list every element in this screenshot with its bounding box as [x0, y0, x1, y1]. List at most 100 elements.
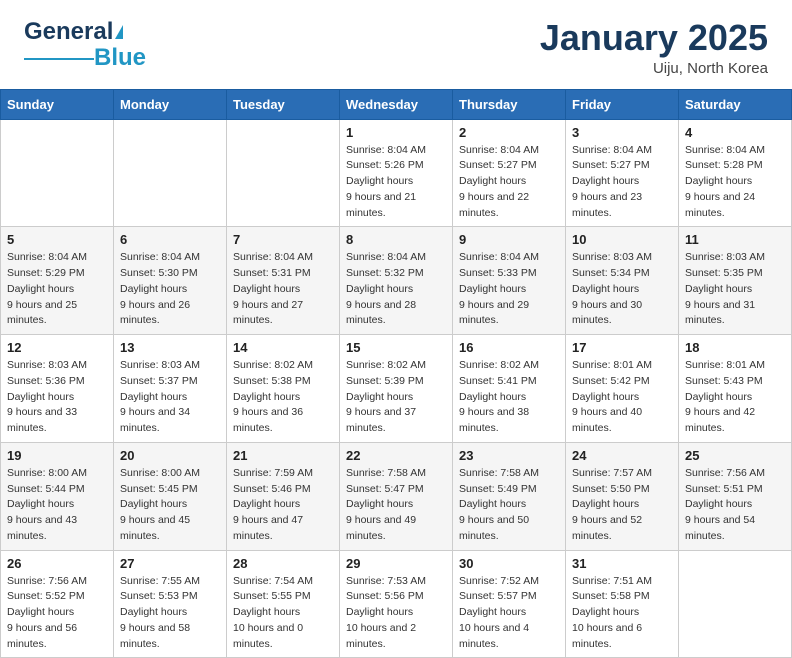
table-cell: 5 Sunrise: 8:04 AMSunset: 5:29 PMDaylight… — [1, 227, 114, 335]
day-detail: Sunrise: 8:02 AMSunset: 5:38 PMDaylight … — [233, 358, 333, 437]
table-cell: 25 Sunrise: 7:56 AMSunset: 5:51 PMDayligh… — [679, 442, 792, 550]
week-row-5: 26 Sunrise: 7:56 AMSunset: 5:52 PMDayligh… — [1, 550, 792, 658]
table-cell: 6Sunrise: 8:04 AMSunset: 5:30 PMDaylight… — [114, 227, 227, 335]
day-detail: Sunrise: 8:03 AMSunset: 5:36 PMDaylight … — [7, 358, 107, 437]
day-detail: Sunrise: 8:04 AMSunset: 5:27 PMDaylight … — [459, 143, 559, 222]
table-cell: 10Sunrise: 8:03 AMSunset: 5:34 PMDayligh… — [566, 227, 679, 335]
table-cell: 3 Sunrise: 8:04 AMSunset: 5:27 PMDaylight… — [566, 119, 679, 227]
day-number: 23 — [459, 448, 559, 463]
day-detail: Sunrise: 7:55 AMSunset: 5:53 PMDaylight … — [120, 574, 220, 653]
table-cell: 23 Sunrise: 7:58 AMSunset: 5:49 PMDayligh… — [453, 442, 566, 550]
logo-triangle-icon — [115, 25, 123, 39]
table-cell: 21 Sunrise: 7:59 AMSunset: 5:46 PMDayligh… — [227, 442, 340, 550]
day-detail: Sunrise: 8:04 AMSunset: 5:31 PMDaylight … — [233, 250, 333, 329]
day-number: 25 — [685, 448, 785, 463]
day-detail: Sunrise: 7:59 AMSunset: 5:46 PMDaylight … — [233, 466, 333, 545]
table-cell: 4Sunrise: 8:04 AMSunset: 5:28 PMDaylight… — [679, 119, 792, 227]
day-number: 13 — [120, 340, 220, 355]
day-number: 22 — [346, 448, 446, 463]
day-detail: Sunrise: 8:04 AMSunset: 5:27 PMDaylight … — [572, 143, 672, 222]
day-detail: Sunrise: 8:03 AMSunset: 5:35 PMDaylight … — [685, 250, 785, 329]
table-cell — [1, 119, 114, 227]
logo: General Blue — [24, 18, 146, 72]
day-detail: Sunrise: 8:04 AMSunset: 5:33 PMDaylight … — [459, 250, 559, 329]
day-number: 3 — [572, 125, 672, 140]
day-detail: Sunrise: 8:03 AMSunset: 5:37 PMDaylight … — [120, 358, 220, 437]
week-row-1: 1 Sunrise: 8:04 AMSunset: 5:26 PMDaylight… — [1, 119, 792, 227]
table-cell: 28 Sunrise: 7:54 AMSunset: 5:55 PMDayligh… — [227, 550, 340, 658]
col-tuesday: Tuesday — [227, 89, 340, 119]
day-number: 29 — [346, 556, 446, 571]
day-detail: Sunrise: 7:57 AMSunset: 5:50 PMDaylight … — [572, 466, 672, 545]
header-row: Sunday Monday Tuesday Wednesday Thursday… — [1, 89, 792, 119]
day-detail: Sunrise: 8:00 AMSunset: 5:45 PMDaylight … — [120, 466, 220, 545]
day-number: 20 — [120, 448, 220, 463]
table-cell: 19 Sunrise: 8:00 AMSunset: 5:44 PMDayligh… — [1, 442, 114, 550]
day-number: 14 — [233, 340, 333, 355]
day-number: 24 — [572, 448, 672, 463]
col-monday: Monday — [114, 89, 227, 119]
table-cell: 17Sunrise: 8:01 AMSunset: 5:42 PMDayligh… — [566, 335, 679, 443]
col-sunday: Sunday — [1, 89, 114, 119]
day-detail: Sunrise: 7:58 AMSunset: 5:49 PMDaylight … — [459, 466, 559, 545]
day-number: 27 — [120, 556, 220, 571]
table-cell: 31Sunrise: 7:51 AMSunset: 5:58 PMDayligh… — [566, 550, 679, 658]
day-number: 5 — [7, 232, 107, 247]
table-cell: 27 Sunrise: 7:55 AMSunset: 5:53 PMDayligh… — [114, 550, 227, 658]
table-cell: 29 Sunrise: 7:53 AMSunset: 5:56 PMDayligh… — [340, 550, 453, 658]
col-saturday: Saturday — [679, 89, 792, 119]
day-number: 18 — [685, 340, 785, 355]
day-detail: Sunrise: 7:58 AMSunset: 5:47 PMDaylight … — [346, 466, 446, 545]
col-friday: Friday — [566, 89, 679, 119]
table-cell: 24 Sunrise: 7:57 AMSunset: 5:50 PMDayligh… — [566, 442, 679, 550]
table-cell: 22 Sunrise: 7:58 AMSunset: 5:47 PMDayligh… — [340, 442, 453, 550]
day-detail: Sunrise: 8:04 AMSunset: 5:32 PMDaylight … — [346, 250, 446, 329]
day-detail: Sunrise: 8:04 AMSunset: 5:29 PMDaylight … — [7, 250, 107, 329]
table-cell: 18 Sunrise: 8:01 AMSunset: 5:43 PMDayligh… — [679, 335, 792, 443]
day-detail: Sunrise: 7:54 AMSunset: 5:55 PMDaylight … — [233, 574, 333, 653]
day-number: 7 — [233, 232, 333, 247]
day-detail: Sunrise: 7:53 AMSunset: 5:56 PMDaylight … — [346, 574, 446, 653]
col-wednesday: Wednesday — [340, 89, 453, 119]
table-cell: 12Sunrise: 8:03 AMSunset: 5:36 PMDayligh… — [1, 335, 114, 443]
day-number: 21 — [233, 448, 333, 463]
day-number: 17 — [572, 340, 672, 355]
table-cell — [114, 119, 227, 227]
day-detail: Sunrise: 8:02 AMSunset: 5:41 PMDaylight … — [459, 358, 559, 437]
month-title: January 2025 — [540, 18, 768, 58]
table-cell: 14 Sunrise: 8:02 AMSunset: 5:38 PMDayligh… — [227, 335, 340, 443]
day-number: 2 — [459, 125, 559, 140]
day-detail: Sunrise: 8:01 AMSunset: 5:43 PMDaylight … — [685, 358, 785, 437]
table-cell: 2 Sunrise: 8:04 AMSunset: 5:27 PMDaylight… — [453, 119, 566, 227]
day-number: 30 — [459, 556, 559, 571]
table-cell: 1 Sunrise: 8:04 AMSunset: 5:26 PMDaylight… — [340, 119, 453, 227]
table-cell: 8Sunrise: 8:04 AMSunset: 5:32 PMDaylight… — [340, 227, 453, 335]
day-detail: Sunrise: 7:56 AMSunset: 5:52 PMDaylight … — [7, 574, 107, 653]
day-number: 26 — [7, 556, 107, 571]
logo-general: General — [24, 18, 113, 46]
calendar-page: General Blue January 2025 Uiju, North Ko… — [0, 0, 792, 658]
day-number: 11 — [685, 232, 785, 247]
table-cell: 7 Sunrise: 8:04 AMSunset: 5:31 PMDaylight… — [227, 227, 340, 335]
table-cell — [227, 119, 340, 227]
day-number: 28 — [233, 556, 333, 571]
table-cell: 13 Sunrise: 8:03 AMSunset: 5:37 PMDayligh… — [114, 335, 227, 443]
week-row-3: 12Sunrise: 8:03 AMSunset: 5:36 PMDayligh… — [1, 335, 792, 443]
day-detail: Sunrise: 8:04 AMSunset: 5:28 PMDaylight … — [685, 143, 785, 222]
day-detail: Sunrise: 7:52 AMSunset: 5:57 PMDaylight … — [459, 574, 559, 653]
day-number: 19 — [7, 448, 107, 463]
day-detail: Sunrise: 8:04 AMSunset: 5:26 PMDaylight … — [346, 143, 446, 222]
day-number: 1 — [346, 125, 446, 140]
logo-blue: Blue — [94, 44, 146, 72]
day-detail: Sunrise: 7:56 AMSunset: 5:51 PMDaylight … — [685, 466, 785, 545]
day-number: 31 — [572, 556, 672, 571]
table-cell: 26 Sunrise: 7:56 AMSunset: 5:52 PMDayligh… — [1, 550, 114, 658]
table-cell: 16 Sunrise: 8:02 AMSunset: 5:41 PMDayligh… — [453, 335, 566, 443]
day-detail: Sunrise: 8:00 AMSunset: 5:44 PMDaylight … — [7, 466, 107, 545]
day-number: 16 — [459, 340, 559, 355]
day-detail: Sunrise: 8:02 AMSunset: 5:39 PMDaylight … — [346, 358, 446, 437]
day-number: 9 — [459, 232, 559, 247]
location: Uiju, North Korea — [540, 60, 768, 77]
table-cell: 30 Sunrise: 7:52 AMSunset: 5:57 PMDayligh… — [453, 550, 566, 658]
day-detail: Sunrise: 8:04 AMSunset: 5:30 PMDaylight … — [120, 250, 220, 329]
